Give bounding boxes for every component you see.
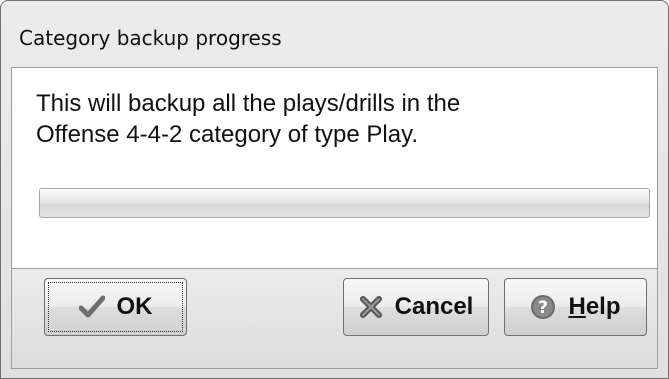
help-mnemonic: H xyxy=(568,293,586,320)
dialog-window: Category backup progress This will backu… xyxy=(0,0,669,379)
help-button-label: Help xyxy=(568,293,620,321)
title-bar[interactable]: Category backup progress xyxy=(1,1,668,67)
window-title: Category backup progress xyxy=(19,26,282,50)
help-button[interactable]: ? Help xyxy=(504,278,647,336)
x-icon xyxy=(359,295,383,319)
message-line-2: Offense 4-4-2 category of type Play. xyxy=(36,121,418,148)
cancel-button-label: Cancel xyxy=(394,293,474,320)
ok-button[interactable]: OK xyxy=(44,278,187,336)
help-label-rest: elp xyxy=(585,293,621,320)
svg-text:?: ? xyxy=(539,298,549,318)
progress-bar xyxy=(39,188,650,218)
ok-button-label: OK xyxy=(116,293,153,320)
dialog-content: This will backup all the plays/drills in… xyxy=(11,67,658,369)
cancel-button[interactable]: Cancel xyxy=(343,278,489,336)
message-line-1: This will backup all the plays/drills in… xyxy=(36,90,461,117)
button-bar: OK Cancel ? Help xyxy=(12,268,657,368)
checkmark-icon xyxy=(78,295,105,319)
help-icon: ? xyxy=(530,294,556,320)
message-text: This will backup all the plays/drills in… xyxy=(36,88,460,150)
